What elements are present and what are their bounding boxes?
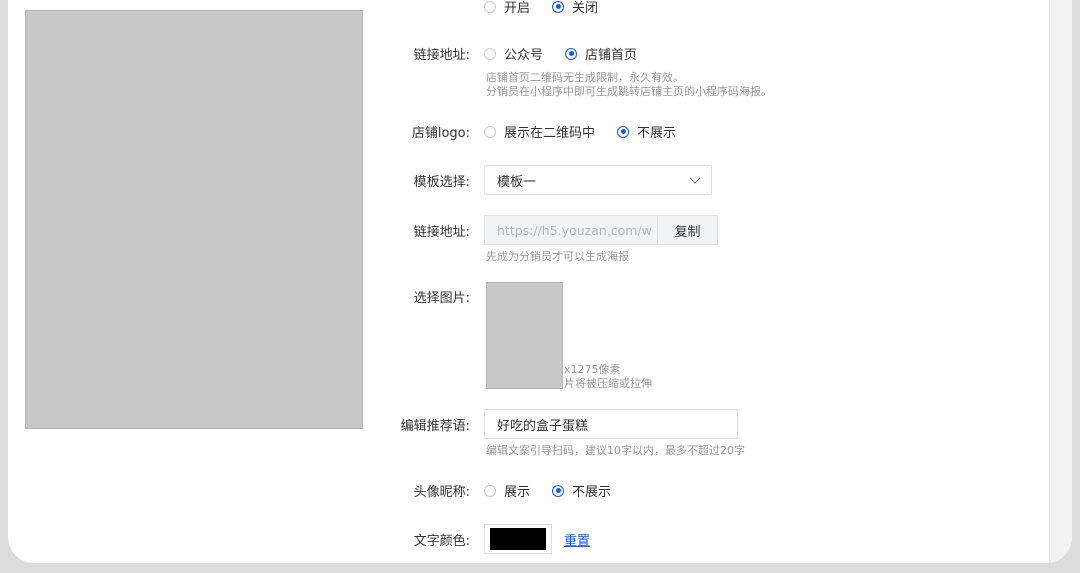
top-partial-row: 开启 关闭 — [378, 0, 620, 16]
scrollbar[interactable] — [1049, 0, 1072, 563]
radio-shop-home[interactable]: 店铺首页 — [565, 44, 637, 63]
chevron-down-icon — [689, 172, 701, 184]
text-color-label: 文字颜色: — [413, 533, 470, 549]
template-row: 模板选择: 模板一 — [378, 165, 712, 195]
shop-logo-row: 店铺logo: 展示在二维码中 不展示 — [378, 122, 698, 141]
radio-show-nickname[interactable]: 展示 — [484, 481, 530, 500]
radio-official-account[interactable]: 公众号 — [484, 44, 543, 63]
radio-close[interactable]: 关闭 — [552, 0, 598, 16]
link-url-row: 链接地址: https://h5.youzan.com/w 复制 — [378, 215, 718, 245]
nickname-label: 头像昵称: — [413, 485, 470, 500]
link-address-help: 店铺首页二维码无生成限制，永久有效。 分销员在小程序中即可生成跳转店铺主页的小程… — [486, 71, 772, 98]
copy-button[interactable]: 复制 — [658, 215, 718, 245]
recommend-row: 编辑推荐语: 好吃的盒子蛋糕 — [378, 409, 738, 439]
color-swatch — [490, 528, 546, 550]
link-address-label: 链接地址: — [413, 48, 470, 63]
select-image-row: 选择图片: — [378, 287, 484, 306]
link-url-label: 链接地址: — [413, 224, 470, 240]
selected-image-thumbnail[interactable] — [486, 282, 563, 389]
image-notes: x1275像素 片将被压缩或拉伸 — [564, 363, 652, 390]
template-label: 模板选择: — [413, 174, 470, 190]
poster-settings-panel: 开启 关闭 链接地址: 公众号 店铺首页 店铺首页二维码无生成限制，永久有效。 … — [8, 0, 1072, 563]
text-color-row: 文字颜色: 重置 — [378, 524, 590, 554]
link-address-row: 链接地址: 公众号 店铺首页 — [378, 44, 659, 63]
nickname-row: 头像昵称: 展示 不展示 — [378, 481, 633, 500]
poster-preview-image — [25, 10, 363, 429]
shop-logo-label: 店铺logo: — [411, 126, 470, 141]
radio-hide-logo[interactable]: 不展示 — [617, 122, 676, 141]
color-picker[interactable] — [484, 524, 552, 554]
radio-hide-nickname[interactable]: 不展示 — [552, 481, 611, 500]
recommend-label: 编辑推荐语: — [400, 418, 470, 434]
recommend-input[interactable]: 好吃的盒子蛋糕 — [484, 409, 738, 439]
link-url-input[interactable]: https://h5.youzan.com/w — [484, 215, 658, 245]
template-select[interactable]: 模板一 — [484, 165, 712, 195]
link-url-help: 先成为分销员才可以生成海报 — [486, 250, 629, 263]
select-image-label: 选择图片: — [413, 291, 470, 306]
recommend-help: 编辑文案引导扫码，建议10字以内，最多不超过20字 — [486, 444, 745, 457]
reset-link[interactable]: 重置 — [564, 530, 590, 549]
radio-open[interactable]: 开启 — [484, 0, 530, 16]
radio-show-in-qr[interactable]: 展示在二维码中 — [484, 122, 595, 141]
